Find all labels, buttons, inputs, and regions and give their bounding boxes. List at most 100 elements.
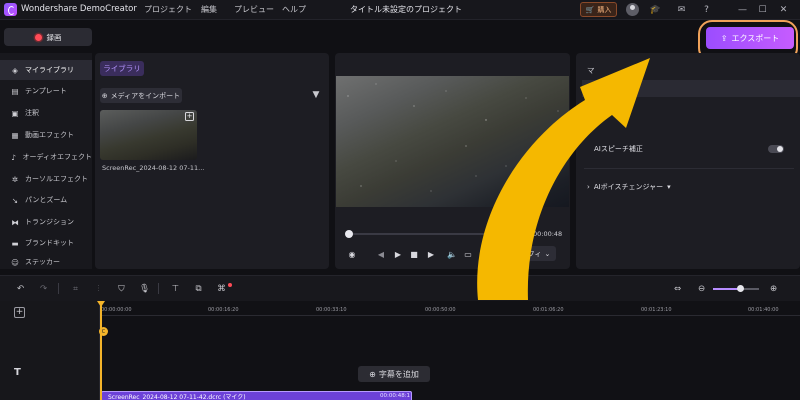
cart-icon: 🛒 (585, 5, 595, 14)
pan-zoom-icon: ↘ (11, 195, 19, 205)
buy-button[interactable]: 🛒 購入 (580, 2, 617, 17)
scrubber-handle[interactable] (345, 230, 353, 238)
sticker-icon: ☺ (11, 257, 19, 267)
preview-scrubber[interactable] (346, 233, 493, 235)
marker-icon[interactable]: ⛉ (116, 283, 127, 294)
export-button[interactable]: ⇪ エクスポート (706, 27, 794, 49)
sidebar-item-label: マイライブラリ (25, 66, 74, 74)
zoom-out-icon[interactable]: ⊖ (696, 283, 707, 294)
captions-icon[interactable]: ⧉ (193, 283, 204, 294)
buy-label: 購入 (597, 5, 612, 14)
microphone-icon[interactable]: 🎙 (139, 283, 150, 294)
record-dot-icon (34, 33, 42, 41)
add-track-icon[interactable]: + (14, 307, 25, 318)
divider (584, 168, 794, 169)
ruler-tick: 00:01:06:20 (533, 307, 564, 313)
split-icon[interactable]: ⫶ (93, 283, 104, 294)
record-label: 録画 (46, 32, 62, 42)
sidebar-item-annotations[interactable]: ▣ 注釈 (0, 103, 92, 123)
tab-library[interactable]: ライブラリ (100, 61, 144, 76)
maximize-icon[interactable]: ☐ (756, 3, 769, 16)
sidebar-item-transitions[interactable]: ⧓ トランジション (0, 212, 92, 232)
starfield (347, 83, 559, 195)
sidebar-item-stickers[interactable]: ☺ ステッカー (0, 255, 92, 269)
volume-icon[interactable]: 🔈 (447, 249, 457, 259)
play-icon[interactable]: ▶ (393, 249, 403, 259)
sidebar-item-templates[interactable]: ▤ テンプレート (0, 81, 92, 101)
toolbar-separator (58, 283, 59, 294)
menu-edit[interactable]: 編集 (201, 4, 217, 15)
ai-speech-enhance-toggle[interactable] (768, 145, 784, 153)
sidebar-item-label: トランジション (25, 218, 74, 226)
import-media-button[interactable]: ⊕ メディアをインポート (100, 88, 182, 103)
app-name: Wondershare DemoCreator (21, 4, 137, 14)
transition-icon: ⧓ (11, 217, 19, 227)
snapshot-icon[interactable]: ◉ (347, 249, 357, 259)
video-preview (336, 76, 569, 207)
minimize-icon[interactable]: — (736, 3, 749, 16)
upload-icon: ⇪ (720, 33, 728, 43)
graduation-cap-icon[interactable]: 🎓 (649, 3, 662, 16)
sidebar-item-pan-zoom[interactable]: ↘ パンとズーム (0, 190, 92, 210)
add-subtitle-label: 字幕を追加 (378, 369, 419, 379)
redo-icon[interactable]: ↷ (38, 283, 49, 294)
menu-project[interactable]: プロジェクト (144, 4, 192, 15)
current-time: 00:00 (506, 230, 525, 238)
add-subtitle-button[interactable]: ⊕ 字幕を追加 (358, 366, 430, 382)
audio-section-header[interactable]: オーデ (582, 80, 800, 97)
layers-icon: ◈ (12, 65, 18, 75)
record-button[interactable]: 録画 (4, 28, 92, 46)
fit-timeline-icon[interactable]: ⇔ (672, 283, 683, 294)
sidebar-item-audio-effects[interactable]: ♪ オーディオエフェクト (0, 147, 92, 167)
fullscreen-icon[interactable]: ⛶ (478, 249, 488, 259)
total-time: 00:00:48 (533, 230, 563, 238)
clip-label: ScreenRec_2024-08-12 07-11-42.dcrc (マイク) (108, 393, 246, 400)
export-label: エクスポート (731, 33, 780, 43)
fit-select[interactable]: フィ ⌄ (522, 246, 556, 261)
zoom-slider-handle[interactable] (736, 285, 744, 292)
sidebar-item-label: ブランドキット (25, 239, 74, 247)
crop-icon[interactable]: ⌗ (70, 283, 81, 294)
menu-help[interactable]: ヘルプ (282, 4, 306, 15)
timeline-clip[interactable]: ScreenRec_2024-08-12 07-11-42.dcrc (マイク) (101, 391, 412, 400)
mail-icon[interactable]: ✉ (675, 3, 688, 16)
ai-voice-changer-label: AIボイスチェンジャー (593, 183, 664, 191)
account-avatar[interactable] (626, 3, 639, 16)
sidebar-item-brand-kit[interactable]: ▬ ブランドキット (0, 233, 92, 253)
menu-preview[interactable]: プレビュー (234, 4, 274, 15)
text-box-icon[interactable]: ⊤ (170, 283, 181, 294)
ai-tools-icon[interactable]: ⌘ (216, 283, 227, 294)
add-to-timeline-icon[interactable]: + (185, 112, 194, 121)
prev-frame-icon[interactable]: ◀ (376, 249, 386, 259)
sidebar-item-my-library[interactable]: ◈ マイライブラリ (0, 60, 92, 80)
sidebar-item-label: テンプレート (25, 87, 67, 95)
ruler-tick: 00:01:23:10 (641, 307, 672, 313)
quality-icon[interactable]: ▭ (463, 249, 473, 259)
ai-voice-changer-row[interactable]: › AIボイスチェンジャー ▾ (587, 182, 671, 192)
dropdown-arrow-icon: ▾ (667, 183, 671, 191)
zoom-in-icon[interactable]: ⊕ (768, 283, 779, 294)
sidebar-item-label: 注釈 (25, 109, 39, 117)
help-icon[interactable]: ? (700, 3, 713, 16)
project-title: タイトル未設定のプロジェクト (350, 5, 462, 14)
next-frame-icon[interactable]: ▶ (426, 249, 436, 259)
ruler-tick: 00:00:16:20 (208, 307, 239, 313)
sidebar-item-video-effects[interactable]: ▦ 動画エフェクト (0, 125, 92, 145)
ruler-line (100, 315, 800, 316)
sidebar-item-cursor-effects[interactable]: ✲ カーソルエフェクト (0, 169, 92, 189)
filter-icon[interactable]: ▼ (311, 90, 321, 100)
stop-icon[interactable]: ■ (409, 249, 419, 259)
audio-effect-icon: ♪ (11, 152, 17, 162)
tab-properties[interactable]: マ (587, 65, 595, 76)
notification-dot (228, 283, 232, 287)
close-icon[interactable]: ✕ (777, 3, 790, 16)
ruler-tick: 00:00:00:00 (101, 307, 132, 313)
media-thumbnail[interactable] (100, 110, 197, 160)
template-icon: ▤ (11, 86, 19, 96)
undo-icon[interactable]: ↶ (15, 283, 26, 294)
sidebar: ◈ マイライブラリ ▤ テンプレート ▣ 注釈 ▦ 動画エフェクト ♪ オーディ… (0, 53, 92, 269)
sidebar-item-label: パンとズーム (25, 196, 68, 204)
ai-speech-enhance-label: AIスピーチ補正 (594, 145, 643, 153)
timeline-marker[interactable]: C (99, 327, 108, 336)
playhead[interactable] (100, 301, 102, 400)
